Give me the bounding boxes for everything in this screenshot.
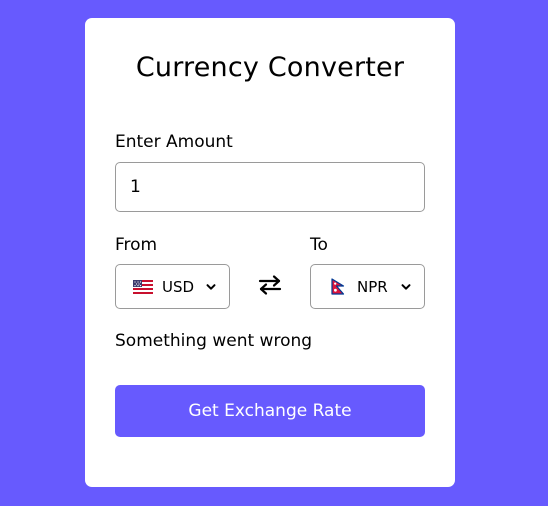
to-label: To xyxy=(310,235,328,255)
status-message: Something went wrong xyxy=(115,331,313,351)
get-exchange-rate-button[interactable]: Get Exchange Rate xyxy=(115,385,425,437)
from-currency-select[interactable]: USD xyxy=(115,264,230,309)
page-title: Currency Converter xyxy=(135,52,405,83)
converter-card: Currency Converter Enter Amount From To xyxy=(85,18,455,487)
chevron-down-icon xyxy=(401,284,411,290)
us-flag-icon xyxy=(132,279,154,295)
swap-arrows-icon[interactable] xyxy=(257,274,283,296)
amount-input[interactable] xyxy=(115,162,425,212)
from-currency-code: USD xyxy=(162,277,195,296)
to-currency-code: NPR xyxy=(357,277,388,296)
chevron-down-icon xyxy=(206,284,216,290)
to-currency-select[interactable]: NPR xyxy=(310,264,425,309)
nepal-flag-icon xyxy=(327,278,349,295)
amount-label: Enter Amount xyxy=(115,132,233,152)
from-label: From xyxy=(115,235,158,255)
